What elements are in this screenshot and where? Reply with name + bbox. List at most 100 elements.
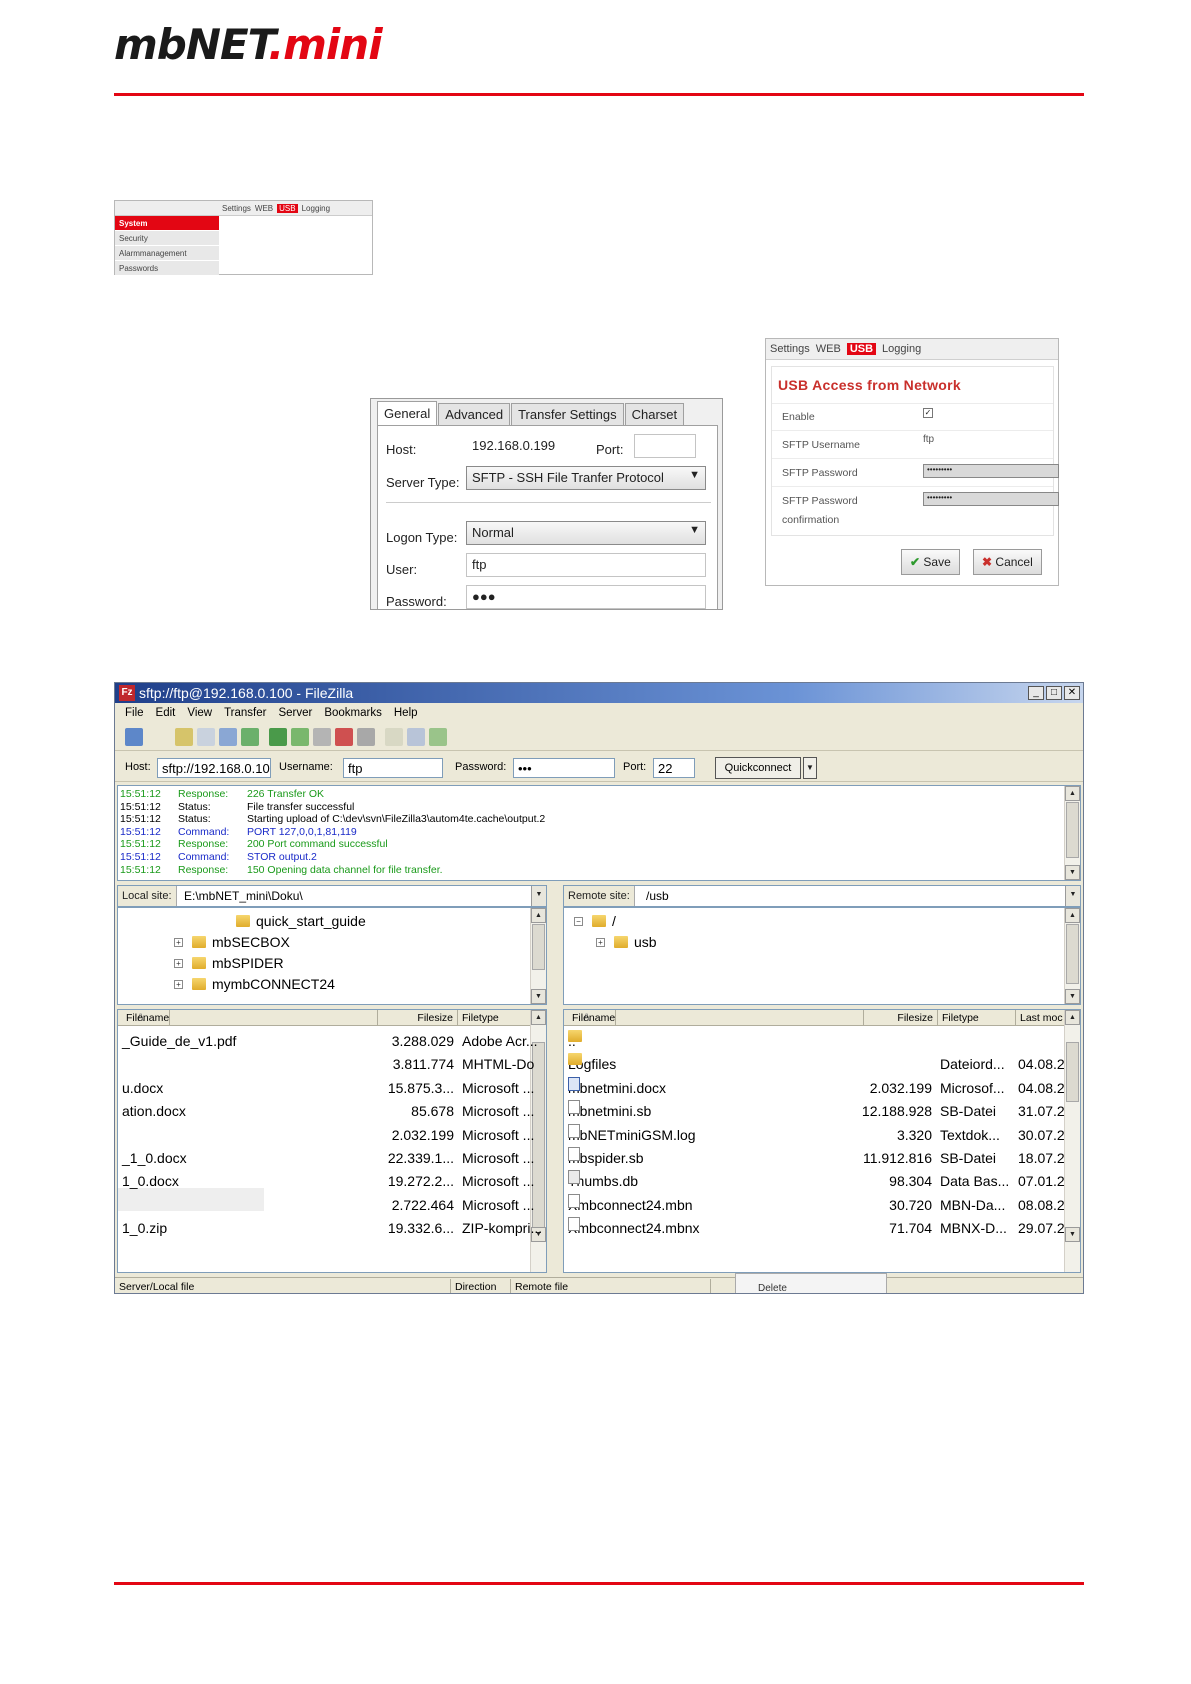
column-filetype[interactable]: Filetype (458, 1010, 532, 1026)
column-server-local-file[interactable]: Server/Local file (115, 1279, 451, 1293)
scroll-down-icon[interactable]: ▼ (1065, 865, 1080, 880)
tree-node[interactable]: mymbCONNECT24 (192, 973, 335, 995)
tree-expander-icon[interactable]: − (574, 917, 583, 926)
tree-expander-icon[interactable]: + (596, 938, 605, 947)
table-row[interactable]: mbNETminiGSM.log 3.320 Textdok... 30.07.2 (564, 1123, 1066, 1147)
maximize-icon[interactable]: □ (1046, 686, 1062, 700)
local-tree-scrollbar[interactable]: ▲ ▼ (530, 908, 546, 1004)
chevron-down-icon[interactable]: ▼ (1065, 886, 1080, 906)
tree-node[interactable]: quick_start_guide (236, 910, 366, 932)
scroll-down-icon[interactable]: ▼ (1065, 1227, 1080, 1242)
tab-settings[interactable]: Settings (770, 343, 810, 355)
column-remote-file[interactable]: Remote file (511, 1279, 711, 1293)
menu-file[interactable]: File (125, 703, 144, 723)
tab-usb[interactable]: USB (277, 204, 298, 213)
sidebar-item-alarmmanagement[interactable]: Alarmmanagement (115, 246, 219, 261)
tab-charset[interactable]: Charset (624, 403, 685, 425)
enable-checkbox[interactable]: ✓ (923, 408, 933, 418)
host-input[interactable]: sftp://192.168.0.10 (157, 758, 271, 778)
sidebar-item-security[interactable]: Security (115, 231, 219, 246)
tree-expander-icon[interactable]: + (174, 980, 183, 989)
save-button[interactable]: ✔ Save (901, 549, 960, 575)
tree-node[interactable]: mbSECBOX (192, 931, 290, 953)
remote-site-path[interactable]: /usb (646, 886, 669, 906)
message-log-icon[interactable] (175, 728, 193, 746)
log-scrollbar[interactable]: ▲ ▼ (1064, 786, 1080, 880)
sync-browse-icon[interactable] (429, 728, 447, 746)
compare-icon[interactable] (407, 728, 425, 746)
scroll-up-icon[interactable]: ▲ (1065, 908, 1080, 923)
table-row[interactable]: _Guide_de_v1.pdf 3.288.029 Adobe Acr... (118, 1030, 538, 1053)
tree-node[interactable]: usb (614, 931, 657, 953)
scroll-up-icon[interactable]: ▲ (1065, 1010, 1080, 1025)
process-queue-icon[interactable] (291, 728, 309, 746)
scroll-thumb[interactable] (1066, 802, 1079, 858)
context-menu-delete[interactable]: Delete (758, 1283, 787, 1293)
scroll-thumb[interactable] (1066, 1042, 1079, 1102)
sftp-password-confirm-input[interactable]: ••••••••• (923, 492, 1059, 506)
scroll-down-icon[interactable]: ▼ (531, 989, 546, 1004)
scroll-up-icon[interactable]: ▲ (531, 1010, 546, 1025)
tab-settings[interactable]: Settings (222, 204, 251, 213)
tree-node[interactable]: / (592, 910, 616, 932)
table-row[interactable]: mbspider.sb 11.912.816 SB-Datei 18.07.2 (564, 1147, 1066, 1170)
password-input[interactable]: ••• (513, 758, 615, 778)
sidebar-item-system[interactable]: System (115, 216, 219, 231)
table-row[interactable]: mbnetmini.sb 12.188.928 SB-Datei 31.07.2 (564, 1100, 1066, 1123)
tab-web[interactable]: WEB (816, 343, 841, 355)
table-row[interactable]: 1_0.docx 19.272.2... Microsoft ... (118, 1170, 534, 1193)
tab-logging[interactable]: Logging (302, 204, 330, 213)
host-input[interactable]: 192.168.0.199 (466, 434, 590, 458)
table-row[interactable]: 2.032.199 Microsoft ... (118, 1124, 535, 1147)
tab-logging[interactable]: Logging (882, 343, 921, 355)
refresh-icon[interactable] (269, 728, 287, 746)
scroll-up-icon[interactable]: ▲ (531, 908, 546, 923)
table-row[interactable]: 1_0.zip 19.332.6... ZIP-kompri... (118, 1217, 542, 1240)
menu-server[interactable]: Server (278, 703, 312, 723)
logon-type-select[interactable]: Normal ▼ (466, 521, 706, 545)
table-row[interactable]: mbnetmini.docx 2.032.199 Microsof... 04.08.… (564, 1076, 1066, 1100)
tree-expander-icon[interactable]: + (174, 959, 183, 968)
server-type-select[interactable]: SFTP - SSH File Tranfer Protocol ▼ (466, 466, 706, 490)
menu-edit[interactable]: Edit (156, 703, 176, 723)
tree-expander-icon[interactable]: + (174, 938, 183, 947)
tab-general[interactable]: General (377, 401, 438, 425)
chevron-down-icon[interactable]: ▼ (803, 757, 817, 779)
directory-tree-icon[interactable] (197, 728, 215, 746)
table-row[interactable]: 3.811.774 MHTML-Do (118, 1053, 535, 1076)
sftp-username-input[interactable]: ftp (923, 434, 934, 445)
tab-web[interactable]: WEB (255, 204, 273, 213)
cancel-button[interactable]: ✖ Cancel (973, 549, 1042, 575)
scroll-thumb[interactable] (532, 924, 545, 970)
scroll-thumb[interactable] (1066, 924, 1079, 984)
remote-files-scrollbar[interactable]: ▲ ▼ (1064, 1010, 1080, 1272)
sidebar-item-passwords[interactable]: Passwords (115, 261, 219, 276)
port-input[interactable] (634, 434, 696, 458)
chevron-down-icon[interactable]: ▼ (531, 886, 546, 906)
queue-icon[interactable] (241, 728, 259, 746)
close-icon[interactable]: ✕ (1064, 686, 1080, 700)
quickconnect-button[interactable]: Quickconnect (715, 757, 801, 779)
column-filetype[interactable]: Filetype (938, 1010, 1016, 1026)
cancel-operation-icon[interactable] (313, 728, 331, 746)
port-input[interactable]: 22 (653, 758, 695, 778)
menu-bookmarks[interactable]: Bookmarks (324, 703, 382, 723)
remote-tree-icon[interactable] (219, 728, 237, 746)
password-input[interactable]: ●●● (466, 585, 706, 609)
table-row[interactable]: 2.722.464 Microsoft ... (118, 1194, 535, 1217)
local-site-path[interactable]: E:\mbNET_mini\Doku\ (184, 886, 303, 906)
table-row[interactable]: _1_0.docx 22.339.1... Microsoft ... (118, 1147, 534, 1170)
table-row[interactable]: Thumbs.db 98.304 Data Bas... 07.01.2 (564, 1170, 1066, 1193)
site-manager-icon[interactable] (125, 728, 143, 746)
scroll-down-icon[interactable]: ▼ (1065, 989, 1080, 1004)
tab-transfer-settings[interactable]: Transfer Settings (511, 403, 624, 425)
username-input[interactable]: ftp (343, 758, 443, 778)
sftp-password-input[interactable]: ••••••••• (923, 464, 1059, 478)
column-filename[interactable]: Filename /\ (118, 1010, 378, 1026)
minimize-icon[interactable]: _ (1028, 686, 1044, 700)
reconnect-icon[interactable] (357, 728, 375, 746)
filter-icon[interactable] (385, 728, 403, 746)
column-filesize[interactable]: Filesize (864, 1010, 938, 1026)
disconnect-icon[interactable] (335, 728, 353, 746)
table-row[interactable]: .. (564, 1030, 1066, 1053)
